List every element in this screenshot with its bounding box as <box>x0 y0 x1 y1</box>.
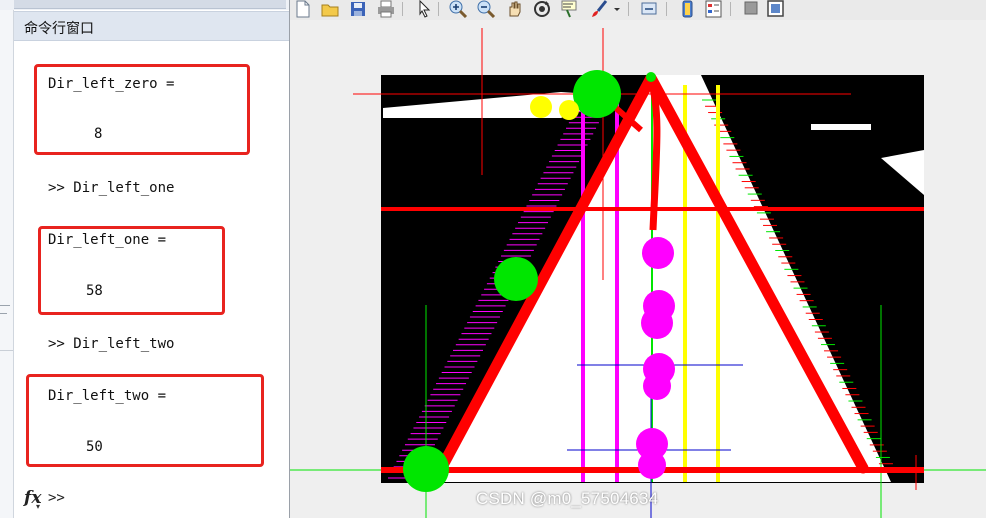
toolbar-separator <box>402 2 403 16</box>
yellow-point <box>530 96 552 118</box>
output-value: 58 <box>86 283 103 299</box>
command-window: 命令行窗口 Dir_left_zero = 8 >> Dir_left_one … <box>0 0 289 518</box>
command-history-line[interactable]: >> Dir_left_one <box>48 180 174 196</box>
magenta-point <box>642 237 674 269</box>
open-file-icon[interactable] <box>320 0 340 18</box>
lane-detection-plot[interactable] <box>290 20 986 518</box>
pan-icon[interactable] <box>504 0 524 18</box>
yellow-point <box>559 100 579 120</box>
magenta-point <box>643 372 671 400</box>
print-icon[interactable] <box>376 0 396 18</box>
output-variable-line: Dir_left_one = <box>48 232 167 248</box>
toolbar-separator <box>628 2 629 16</box>
new-figure-icon[interactable] <box>292 0 312 18</box>
splitter-mark <box>0 305 10 306</box>
side-panel-edge[interactable] <box>0 10 14 518</box>
output-value: 8 <box>94 126 103 142</box>
hide-tools-icon[interactable] <box>742 0 762 18</box>
output-variable-line: Dir_left_zero = <box>48 76 175 92</box>
magenta-point <box>638 451 666 479</box>
rotate-icon[interactable] <box>532 0 552 18</box>
figure-window <box>289 0 986 518</box>
splitter-line <box>0 350 13 351</box>
command-history-line[interactable]: >> Dir_left_two <box>48 336 174 352</box>
output-variable-line: Dir_left_two = <box>48 388 167 404</box>
panel-tab-strip[interactable] <box>14 0 286 9</box>
command-prompt[interactable]: >> <box>48 490 65 506</box>
apex-point <box>646 72 656 82</box>
figure-axes-area[interactable] <box>290 20 986 518</box>
output-value: 50 <box>86 439 103 455</box>
image-noise <box>811 124 871 130</box>
figure-toolbar <box>290 0 986 20</box>
green-point <box>494 257 538 301</box>
zoom-out-icon[interactable] <box>476 0 496 18</box>
chevron-down-icon[interactable]: ▾ <box>36 502 40 511</box>
chevron-down-icon[interactable] <box>612 0 632 18</box>
legend-icon[interactable] <box>704 0 724 18</box>
splitter-mark <box>0 313 7 314</box>
green-point <box>403 446 449 492</box>
save-icon[interactable] <box>348 0 368 18</box>
watermark: CSDN @m0_57504634 <box>476 489 659 508</box>
pointer-icon[interactable] <box>414 0 434 18</box>
link-plot-icon[interactable] <box>640 0 660 18</box>
magenta-point <box>641 307 673 339</box>
command-window-title: 命令行窗口 <box>24 20 94 36</box>
toolbar-separator <box>666 2 667 16</box>
green-point <box>573 70 621 118</box>
data-cursor-icon[interactable] <box>560 0 580 18</box>
colorbar-icon[interactable] <box>678 0 698 18</box>
zoom-in-icon[interactable] <box>448 0 468 18</box>
toolbar-separator <box>730 2 731 16</box>
command-window-titlebar[interactable]: 命令行窗口 <box>14 11 289 41</box>
brush-icon[interactable] <box>590 0 610 18</box>
toolbar-separator <box>438 2 439 16</box>
dock-icon[interactable] <box>766 0 786 18</box>
